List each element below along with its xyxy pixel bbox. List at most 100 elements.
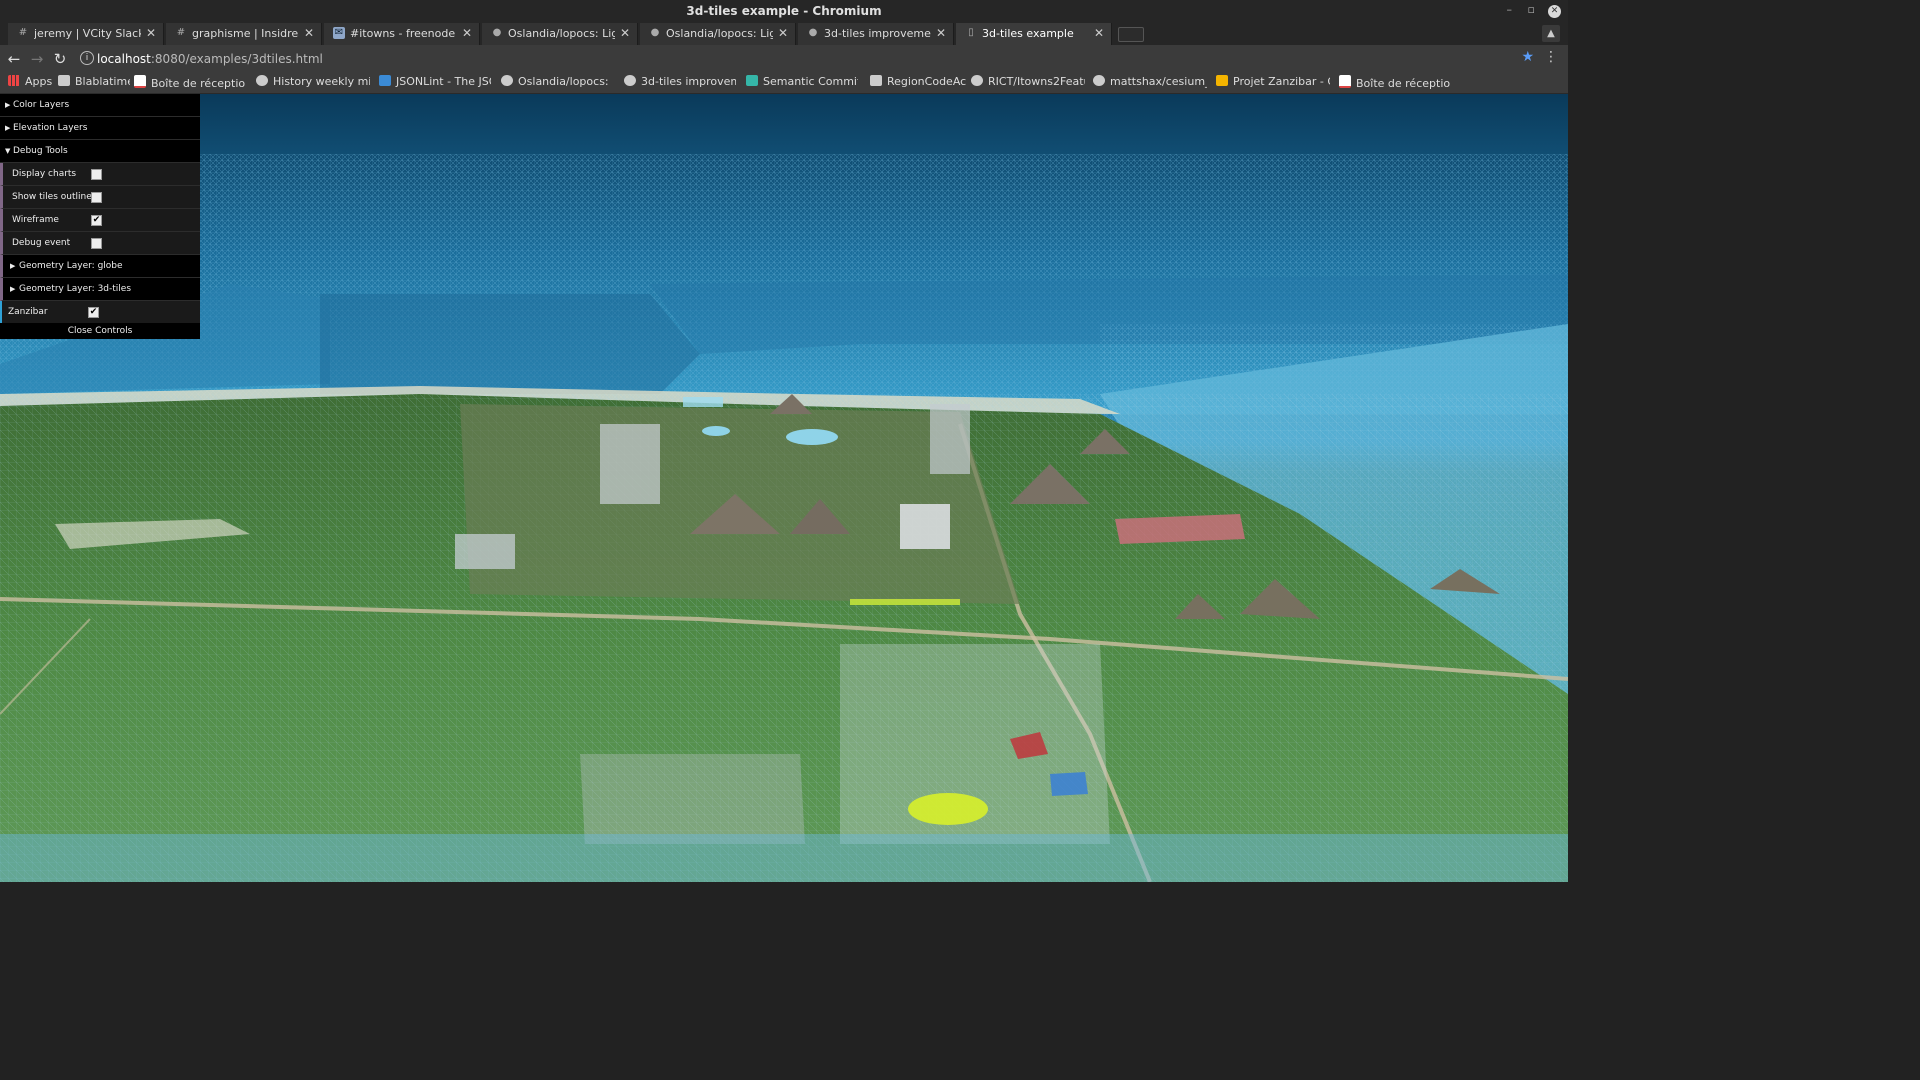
- slack-icon: #: [18, 27, 28, 38]
- bookmark-rict[interactable]: RICT/Itowns2Feature: [971, 75, 1085, 91]
- folder-label: Elevation Layers: [13, 123, 88, 133]
- triangle-down-icon: ▼: [5, 147, 11, 155]
- bookmark-label: 3d-tiles improvemen: [641, 75, 736, 88]
- minimize-icon[interactable]: –: [1507, 3, 1513, 16]
- new-tab-button[interactable]: [1118, 27, 1144, 42]
- zanzibar-checkbox[interactable]: ✔: [88, 307, 99, 318]
- close-tab-icon[interactable]: ✕: [462, 26, 472, 40]
- folder-elevation-layers[interactable]: ▶ Elevation Layers: [0, 117, 200, 140]
- show-tiles-outline-checkbox[interactable]: [91, 192, 102, 203]
- control-label: Display charts: [12, 169, 77, 179]
- scene-canvas: [0, 94, 1568, 882]
- wireframe-block-mid: [320, 294, 700, 394]
- bookmark-lopocs[interactable]: Oslandia/lopocs: Lig: [501, 75, 613, 91]
- bookmark-cesium[interactable]: mattshax/cesium_p: [1093, 75, 1207, 91]
- tab-3dtiles-example[interactable]: ▯ 3d-tiles example ✕: [956, 23, 1112, 45]
- tab-jeremy-slack[interactable]: # jeremy | VCity Slack ✕: [8, 23, 164, 45]
- github-icon: [501, 75, 513, 86]
- pool-2: [786, 429, 838, 445]
- close-tab-icon[interactable]: ✕: [304, 26, 314, 40]
- triangle-right-icon: ▶: [5, 101, 11, 109]
- close-tab-icon[interactable]: ✕: [1094, 26, 1104, 40]
- yellow-strip: [850, 599, 960, 605]
- bookmark-jsonlint[interactable]: JSONLint - The JSON: [379, 75, 491, 91]
- bookmark-label: Projet Zanzibar - Go: [1233, 75, 1330, 88]
- bookmark-gmail-1[interactable]: Boîte de réception -: [134, 75, 246, 91]
- back-arrow-icon[interactable]: ←: [4, 49, 24, 69]
- apps-icon: [8, 75, 20, 86]
- control-display-charts: Display charts: [0, 163, 200, 186]
- debug-event-checkbox[interactable]: [91, 238, 102, 249]
- control-label: Wireframe: [12, 215, 59, 225]
- folder-geometry-globe[interactable]: ▶ Geometry Layer: globe: [0, 255, 200, 278]
- display-charts-checkbox[interactable]: [91, 169, 102, 180]
- close-tab-icon[interactable]: ✕: [936, 26, 946, 40]
- bookmark-regioncodeactu[interactable]: RegionCodeActu: [870, 75, 966, 91]
- tab-label: Oslandia/lopocs: Light C: [666, 27, 773, 40]
- bookmark-blablatime[interactable]: Blablatime: [58, 75, 130, 91]
- control-label: Zanzibar: [8, 307, 48, 317]
- pool-3: [683, 397, 723, 407]
- folder-geometry-3dtiles[interactable]: ▶ Geometry Layer: 3d-tiles: [0, 278, 200, 301]
- folder-icon: [58, 75, 70, 86]
- irc-icon: ✉: [333, 27, 345, 39]
- forward-arrow-icon[interactable]: →: [27, 49, 47, 69]
- browser-window: 3d-tiles example - Chromium – ▫ ✕ # jere…: [0, 0, 1568, 882]
- control-show-tiles-outline: Show tiles outline: [0, 186, 200, 209]
- close-tab-icon[interactable]: ✕: [620, 26, 630, 40]
- bookmark-star-icon[interactable]: ★: [1521, 49, 1534, 65]
- red-roof: [1115, 514, 1245, 544]
- webgl-viewport[interactable]: [0, 94, 1568, 882]
- folder-color-layers[interactable]: ▶ Color Layers: [0, 94, 200, 117]
- bookmark-label: Blablatime: [75, 75, 130, 88]
- page-icon: ▯: [968, 27, 974, 38]
- bookmark-gmail-2[interactable]: Boîte de réception -: [1339, 75, 1451, 91]
- yellow-highlight: [908, 793, 988, 825]
- control-debug-event: Debug event: [0, 232, 200, 255]
- tab-lopocs-2[interactable]: ● Oslandia/lopocs: Light C ✕: [640, 23, 796, 45]
- tab-lopocs-1[interactable]: ● Oslandia/lopocs: Light C ✕: [482, 23, 638, 45]
- bookmark-label: Boîte de réception -: [1356, 77, 1451, 90]
- browser-toolbar: ← → ↻ i localhost:8080/examples/3dtiles.…: [0, 45, 1568, 73]
- pool-1: [702, 426, 730, 436]
- profile-icon[interactable]: ▲: [1542, 25, 1560, 42]
- slack-icon: #: [176, 27, 186, 38]
- tab-itowns-irc[interactable]: ✉ #itowns - freenode Wel ✕: [324, 23, 480, 45]
- pale-tile: [580, 754, 805, 844]
- close-tab-icon[interactable]: ✕: [146, 26, 156, 40]
- reload-icon[interactable]: ↻: [50, 49, 70, 69]
- bookmark-history-weekly[interactable]: History weekly minut: [256, 75, 370, 91]
- folder-debug-tools[interactable]: ▼ Debug Tools: [0, 140, 200, 163]
- gmail-icon: [134, 75, 146, 88]
- bookmark-label: Oslandia/lopocs: Lig: [518, 75, 613, 88]
- tab-3dtiles-improvements[interactable]: ● 3d-tiles improvements ✕: [798, 23, 954, 45]
- github-icon: ●: [492, 27, 502, 38]
- close-window-icon[interactable]: ✕: [1548, 5, 1561, 18]
- github-icon: ●: [808, 27, 818, 38]
- restore-icon[interactable]: ▫: [1528, 3, 1535, 16]
- github-icon: ●: [650, 27, 660, 38]
- folder-label: Geometry Layer: 3d-tiles: [19, 284, 132, 294]
- blue-marker: [1050, 772, 1088, 796]
- control-label: Show tiles outline: [12, 192, 92, 202]
- window-title: 3d-tiles example - Chromium: [686, 4, 882, 18]
- bookmark-label: Semantic Commit M: [763, 75, 858, 88]
- close-controls-button[interactable]: Close Controls: [0, 323, 200, 339]
- bookmark-apps[interactable]: Apps: [8, 75, 56, 91]
- tab-label: jeremy | VCity Slack: [34, 27, 141, 40]
- url-path: :8080/examples/3dtiles.html: [150, 52, 323, 66]
- triangle-right-icon: ▶: [10, 285, 16, 293]
- bookmark-3dtiles-improvements[interactable]: 3d-tiles improvemen: [624, 75, 736, 91]
- semantic-icon: [746, 75, 758, 86]
- wireframe-checkbox[interactable]: ✔: [91, 215, 102, 226]
- bookmark-projet-zanzibar[interactable]: Projet Zanzibar - Go: [1216, 75, 1330, 91]
- bookmark-semantic-commit[interactable]: Semantic Commit M: [746, 75, 858, 91]
- close-tab-icon[interactable]: ✕: [778, 26, 788, 40]
- address-bar[interactable]: i localhost:8080/examples/3dtiles.html: [76, 48, 1540, 70]
- tab-graphisme[interactable]: # graphisme | Insidream ✕: [166, 23, 322, 45]
- kebab-menu-icon[interactable]: ⋮: [1544, 49, 1558, 65]
- url-text[interactable]: localhost:8080/examples/3dtiles.html: [97, 52, 323, 66]
- jsonlint-icon: [379, 75, 391, 86]
- info-icon[interactable]: i: [80, 51, 94, 65]
- white-building: [900, 504, 950, 549]
